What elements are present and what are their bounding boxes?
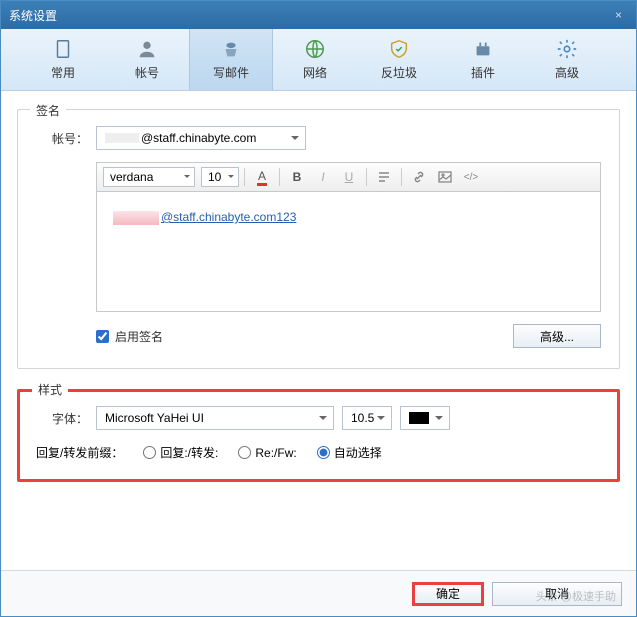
editor-toolbar: verdana 10 A B I U </> (96, 162, 601, 192)
ok-button[interactable]: 确定 (412, 582, 484, 606)
gear-icon (556, 38, 578, 60)
user-icon (136, 38, 158, 60)
tab-compose[interactable]: 写邮件 (189, 29, 273, 90)
font-family-select[interactable]: verdana (103, 167, 195, 187)
watermark-text: 头条 @极速手助 (536, 588, 616, 604)
compose-icon (220, 38, 242, 60)
plugin-icon (472, 38, 494, 60)
signature-legend: 签名 (30, 102, 66, 119)
account-label: 帐号： (36, 130, 88, 147)
tab-advanced[interactable]: 高级 (525, 29, 609, 90)
signature-editor[interactable]: @staff.chinabyte.com123 (96, 192, 601, 312)
bold-button[interactable]: B (285, 166, 309, 188)
settings-tabs: 常用 帐号 写邮件 网络 反垃圾 插件 高级 (1, 29, 636, 91)
color-swatch (409, 412, 429, 424)
style-size-select[interactable]: 10.5 (342, 406, 392, 430)
redacted-prefix (105, 133, 139, 143)
style-color-select[interactable] (400, 406, 450, 430)
redacted-text (113, 211, 159, 225)
font-color-button[interactable]: A (250, 166, 274, 188)
link-button[interactable] (407, 166, 431, 188)
font-size-select[interactable]: 10 (201, 167, 239, 187)
account-select[interactable]: @staff.chinabyte.com (96, 126, 306, 150)
italic-button[interactable]: I (311, 166, 335, 188)
signature-group: 签名 帐号： @staff.chinabyte.com verdana 10 A… (17, 109, 620, 369)
tab-account[interactable]: 帐号 (105, 29, 189, 90)
underline-button[interactable]: U (337, 166, 361, 188)
dialog-footer: 确定 取消 头条 @极速手助 (1, 570, 636, 616)
font-label: 字体： (36, 410, 88, 427)
image-button[interactable] (433, 166, 457, 188)
style-legend: 样式 (32, 381, 68, 398)
page-icon (52, 38, 74, 60)
signature-advanced-button[interactable]: 高级... (513, 324, 601, 348)
tab-plugin[interactable]: 插件 (441, 29, 525, 90)
radio-reply[interactable]: 回复:/转发: (143, 444, 218, 461)
titlebar: 系统设置 × (1, 1, 636, 29)
tab-antispam[interactable]: 反垃圾 (357, 29, 441, 90)
window-title: 系统设置 (9, 7, 57, 24)
radio-refw[interactable]: Re:/Fw: (238, 446, 296, 460)
enable-signature-checkbox[interactable]: 启用签名 (96, 328, 163, 345)
globe-icon (304, 38, 326, 60)
radio-auto[interactable]: 自动选择 (317, 444, 382, 461)
prefix-label: 回复/转发前缀： (36, 444, 123, 461)
tab-common[interactable]: 常用 (21, 29, 105, 90)
close-icon[interactable]: × (609, 8, 628, 22)
style-font-select[interactable]: Microsoft YaHei UI (96, 406, 334, 430)
align-button[interactable] (372, 166, 396, 188)
tab-network[interactable]: 网络 (273, 29, 357, 90)
code-button[interactable]: </> (459, 166, 483, 188)
style-group: 样式 字体： Microsoft YaHei UI 10.5 回复/转发前缀： … (17, 389, 620, 482)
shield-icon (388, 38, 410, 60)
